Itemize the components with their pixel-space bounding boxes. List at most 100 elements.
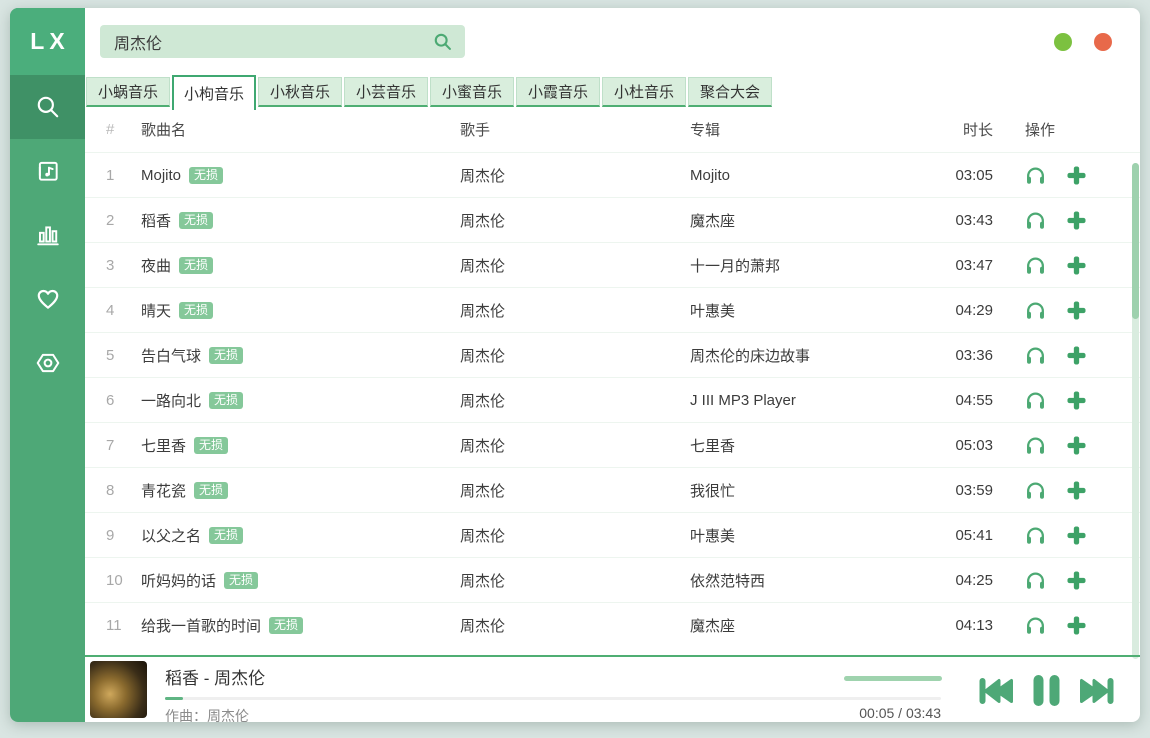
song-index: 8 bbox=[85, 482, 141, 499]
listen-button[interactable] bbox=[1025, 346, 1046, 365]
add-to-list-button[interactable] bbox=[1067, 481, 1086, 500]
song-duration: 05:03 bbox=[930, 437, 1020, 454]
song-index: 6 bbox=[85, 392, 141, 409]
header-index: # bbox=[85, 121, 141, 138]
playback-controls bbox=[978, 674, 1115, 707]
tab-label: 小霞音乐 bbox=[528, 81, 588, 102]
song-album: 十一月的萧邦 bbox=[690, 255, 930, 276]
song-artist: 周杰伦 bbox=[460, 300, 690, 321]
song-album: 叶惠美 bbox=[690, 300, 930, 321]
add-to-list-button[interactable] bbox=[1067, 571, 1086, 590]
sidebar-item-settings[interactable] bbox=[10, 331, 85, 395]
listen-button[interactable] bbox=[1025, 301, 1046, 320]
volume-bar[interactable] bbox=[844, 676, 942, 681]
song-row[interactable]: 5 告白气球 无损 周杰伦 周杰伦的床边故事 03:36 bbox=[85, 332, 1140, 377]
add-to-list-button[interactable] bbox=[1067, 391, 1086, 410]
song-index: 4 bbox=[85, 302, 141, 319]
lossless-badge: 无损 bbox=[224, 572, 258, 589]
add-to-list-button[interactable] bbox=[1067, 616, 1086, 635]
album-art[interactable] bbox=[90, 661, 147, 718]
progress-bar[interactable] bbox=[165, 697, 941, 700]
song-row[interactable]: 11 给我一首歌的时间 无损 周杰伦 魔杰座 04:13 bbox=[85, 602, 1140, 647]
song-artist: 周杰伦 bbox=[460, 435, 690, 456]
previous-button[interactable] bbox=[978, 676, 1015, 706]
song-album: J III MP3 Player bbox=[690, 392, 930, 409]
lossless-badge: 无损 bbox=[179, 257, 213, 274]
song-artist: 周杰伦 bbox=[460, 525, 690, 546]
listen-button[interactable] bbox=[1025, 526, 1046, 545]
add-to-list-button[interactable] bbox=[1067, 526, 1086, 545]
source-tab[interactable]: 小芸音乐 bbox=[344, 77, 428, 107]
listen-button[interactable] bbox=[1025, 166, 1046, 185]
listen-button[interactable] bbox=[1025, 256, 1046, 275]
song-artist: 周杰伦 bbox=[460, 345, 690, 366]
source-tab[interactable]: 聚合大会 bbox=[688, 77, 772, 107]
listen-button[interactable] bbox=[1025, 481, 1046, 500]
song-duration: 04:25 bbox=[930, 572, 1020, 589]
add-to-list-button[interactable] bbox=[1067, 346, 1086, 365]
search-input[interactable] bbox=[114, 33, 432, 51]
listen-button[interactable] bbox=[1025, 211, 1046, 230]
song-duration: 03:43 bbox=[930, 212, 1020, 229]
listen-button[interactable] bbox=[1025, 616, 1046, 635]
lossless-badge: 无损 bbox=[189, 167, 223, 184]
song-duration: 04:13 bbox=[930, 617, 1020, 634]
source-tab[interactable]: 小霞音乐 bbox=[516, 77, 600, 107]
add-to-list-button[interactable] bbox=[1067, 436, 1086, 455]
next-button[interactable] bbox=[1078, 676, 1115, 706]
listen-button[interactable] bbox=[1025, 436, 1046, 455]
tab-label: 小枸音乐 bbox=[184, 83, 244, 104]
search-submit-icon[interactable] bbox=[432, 31, 453, 52]
song-row[interactable]: 7 七里香 无损 周杰伦 七里香 05:03 bbox=[85, 422, 1140, 467]
song-title: 稻香 bbox=[141, 210, 171, 231]
song-artist: 周杰伦 bbox=[460, 570, 690, 591]
source-tab[interactable]: 小秋音乐 bbox=[258, 77, 342, 107]
song-title: 晴天 bbox=[141, 300, 171, 321]
song-duration: 03:05 bbox=[930, 167, 1020, 184]
sidebar-item-favorites[interactable] bbox=[10, 267, 85, 331]
song-index: 5 bbox=[85, 347, 141, 364]
sidebar-item-search[interactable] bbox=[10, 75, 85, 139]
sidebar-item-songlist[interactable] bbox=[10, 139, 85, 203]
sidebar-item-leaderboard[interactable] bbox=[10, 203, 85, 267]
listen-button[interactable] bbox=[1025, 571, 1046, 590]
source-tab[interactable]: 小枸音乐 bbox=[172, 75, 256, 110]
volume-fill bbox=[844, 676, 942, 681]
add-to-list-button[interactable] bbox=[1067, 301, 1086, 320]
header-duration: 时长 bbox=[930, 119, 1020, 140]
add-to-list-button[interactable] bbox=[1067, 256, 1086, 275]
source-tab[interactable]: 小蜜音乐 bbox=[430, 77, 514, 107]
now-playing-subtitle: 作曲：周杰伦 bbox=[165, 706, 249, 722]
song-row[interactable]: 8 青花瓷 无损 周杰伦 我很忙 03:59 bbox=[85, 467, 1140, 512]
search-box[interactable] bbox=[100, 25, 465, 58]
sidebar: LX bbox=[10, 8, 85, 722]
add-to-list-button[interactable] bbox=[1067, 211, 1086, 230]
source-tab[interactable]: 小杜音乐 bbox=[602, 77, 686, 107]
header-name: 歌曲名 bbox=[141, 119, 460, 140]
source-tab[interactable]: 小蜗音乐 bbox=[86, 77, 170, 107]
song-row[interactable]: 10 听妈妈的话 无损 周杰伦 依然范特西 04:25 bbox=[85, 557, 1140, 602]
pause-button[interactable] bbox=[1032, 674, 1061, 707]
scrollbar-thumb[interactable] bbox=[1132, 163, 1139, 319]
header-album: 专辑 bbox=[690, 119, 930, 140]
minimize-button[interactable] bbox=[1054, 33, 1072, 51]
song-row[interactable]: 6 一路向北 无损 周杰伦 J III MP3 Player 04:55 bbox=[85, 377, 1140, 422]
song-index: 2 bbox=[85, 212, 141, 229]
song-album: 魔杰座 bbox=[690, 615, 930, 636]
close-button[interactable] bbox=[1094, 33, 1112, 51]
song-artist: 周杰伦 bbox=[460, 165, 690, 186]
song-row[interactable]: 9 以父之名 无损 周杰伦 叶惠美 05:41 bbox=[85, 512, 1140, 557]
song-row[interactable]: 4 晴天 无损 周杰伦 叶惠美 04:29 bbox=[85, 287, 1140, 332]
song-row[interactable]: 1 Mojito 无损 周杰伦 Mojito 03:05 bbox=[85, 152, 1140, 197]
lossless-badge: 无损 bbox=[179, 212, 213, 229]
song-duration: 04:29 bbox=[930, 302, 1020, 319]
add-to-list-button[interactable] bbox=[1067, 166, 1086, 185]
song-album: 魔杰座 bbox=[690, 210, 930, 231]
song-row[interactable]: 2 稻香 无损 周杰伦 魔杰座 03:43 bbox=[85, 197, 1140, 242]
now-playing-title: 稻香 - 周杰伦 bbox=[165, 664, 265, 689]
tab-label: 小蜜音乐 bbox=[442, 81, 502, 102]
lossless-badge: 无损 bbox=[209, 527, 243, 544]
app-window: LX bbox=[10, 8, 1140, 722]
listen-button[interactable] bbox=[1025, 391, 1046, 410]
song-row[interactable]: 3 夜曲 无损 周杰伦 十一月的萧邦 03:47 bbox=[85, 242, 1140, 287]
